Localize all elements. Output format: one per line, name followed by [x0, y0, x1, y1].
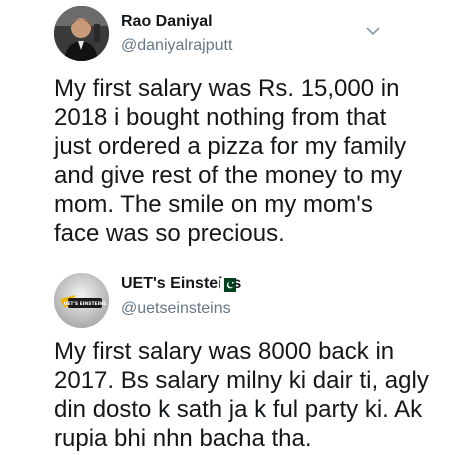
display-name[interactable]: Rao Daniyal: [121, 13, 213, 31]
username[interactable]: @daniyalrajputt: [121, 37, 232, 55]
logo-text: UET'S EINSTEINS: [64, 301, 107, 307]
chevron-down-icon[interactable]: [366, 26, 380, 36]
tweet-text: My first salary was 8000 back in 2017. B…: [54, 338, 429, 452]
avatar[interactable]: [54, 6, 109, 61]
uets-einsteins-logo: UET'S EINSTEINS: [54, 273, 109, 328]
username[interactable]: @uetseinsteins: [121, 300, 231, 318]
tweet-text: My first salary was Rs. 15,000 in 2018 i…: [54, 75, 407, 247]
tweet[interactable]: Rao Daniyal @daniyalrajputt My first sal…: [0, 0, 450, 250]
profile-photo: [54, 6, 109, 61]
pakistan-flag-icon: [220, 278, 236, 292]
avatar[interactable]: UET'S EINSTEINS: [54, 273, 109, 328]
tweet[interactable]: UET'S EINSTEINS UET's Einsteins @uetsein…: [0, 262, 450, 455]
